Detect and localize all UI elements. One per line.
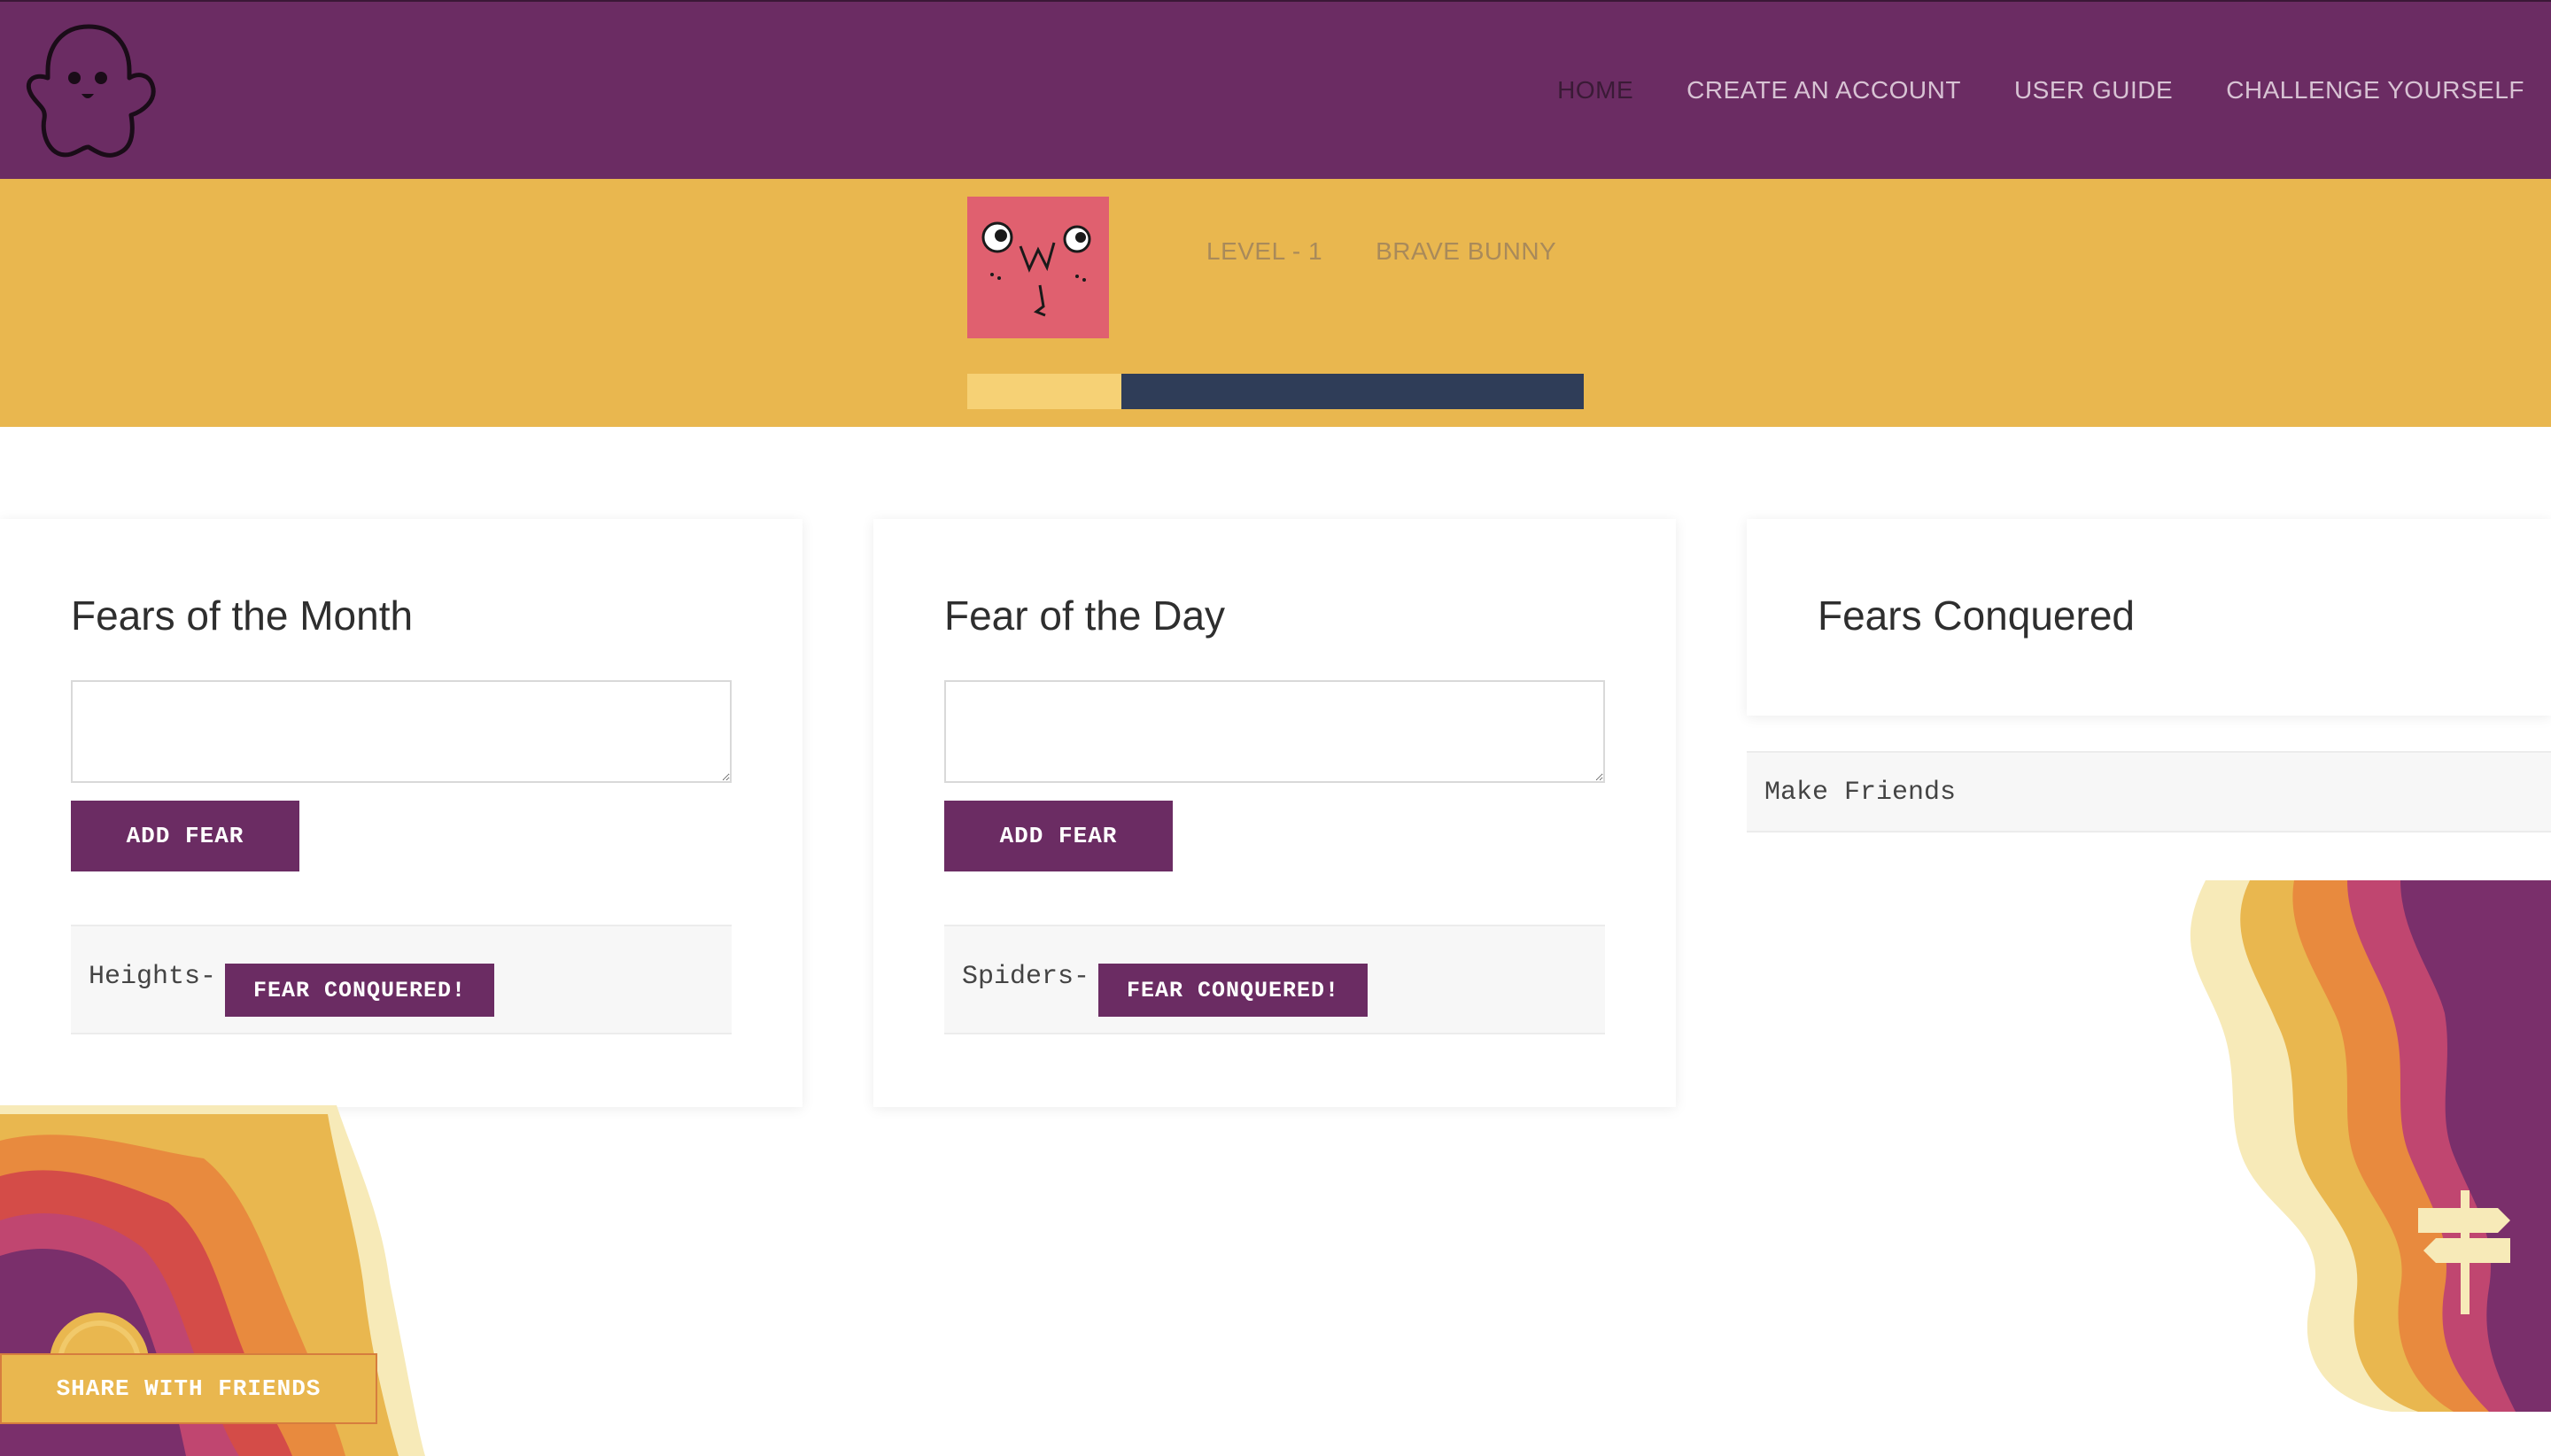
ghost-icon[interactable] xyxy=(16,19,161,165)
share-with-friends-button[interactable]: SHARE WITH FRIENDS xyxy=(0,1353,377,1424)
level-label: LEVEL - 1 xyxy=(1206,237,1323,265)
level-progress-bar xyxy=(967,374,1584,409)
fear-label: Heights- xyxy=(89,962,217,992)
card-title: Fears of the Month xyxy=(71,592,414,639)
rank-label: BRAVE BUNNY xyxy=(1376,237,1557,265)
add-month-fear-button[interactable]: ADD FEAR xyxy=(71,801,299,871)
level-banner: LEVEL - 1 BRAVE BUNNY xyxy=(0,179,2551,427)
fear-conquered-button[interactable]: FEAR CONQUERED! xyxy=(1098,964,1369,1017)
wave-decoration-right xyxy=(2190,880,2551,1412)
nav-user-guide-link[interactable]: USER GUIDE xyxy=(2014,76,2173,105)
avatar xyxy=(967,197,1109,338)
fears-conquered-card: Fears Conquered xyxy=(1747,519,2551,716)
card-title: Fears Conquered xyxy=(1818,592,2135,639)
level-progress-fill xyxy=(967,374,1121,409)
avatar-face-icon xyxy=(981,221,1091,317)
list-item: Heights- FEAR CONQUERED! xyxy=(71,925,732,1034)
level-info: LEVEL - 1 BRAVE BUNNY xyxy=(1206,237,1556,266)
list-item: Make Friends xyxy=(1747,751,2551,833)
nav-create-account-link[interactable]: CREATE AN ACCOUNT xyxy=(1686,76,1961,105)
fear-conquered-button[interactable]: FEAR CONQUERED! xyxy=(225,964,495,1017)
fears-of-month-card: Fears of the Month ADD FEAR Heights- FEA… xyxy=(0,519,803,1107)
fear-label: Spiders- xyxy=(962,962,1090,992)
card-title: Fear of the Day xyxy=(944,592,1226,639)
nav-challenge-link[interactable]: CHALLENGE YOURSELF xyxy=(2226,76,2524,105)
add-day-fear-button[interactable]: ADD FEAR xyxy=(944,801,1173,871)
top-navbar: HOME CREATE AN ACCOUNT USER GUIDE CHALLE… xyxy=(0,0,2551,179)
day-fear-input[interactable] xyxy=(944,680,1605,783)
main-nav: HOME CREATE AN ACCOUNT USER GUIDE CHALLE… xyxy=(1557,76,2524,105)
fear-of-day-card: Fear of the Day ADD FEAR Spiders- FEAR C… xyxy=(873,519,1676,1107)
list-item: Spiders- FEAR CONQUERED! xyxy=(944,925,1605,1034)
month-fear-input[interactable] xyxy=(71,680,732,783)
nav-home-link[interactable]: HOME xyxy=(1557,76,1633,105)
conquered-fear-label: Make Friends xyxy=(1764,778,1957,808)
